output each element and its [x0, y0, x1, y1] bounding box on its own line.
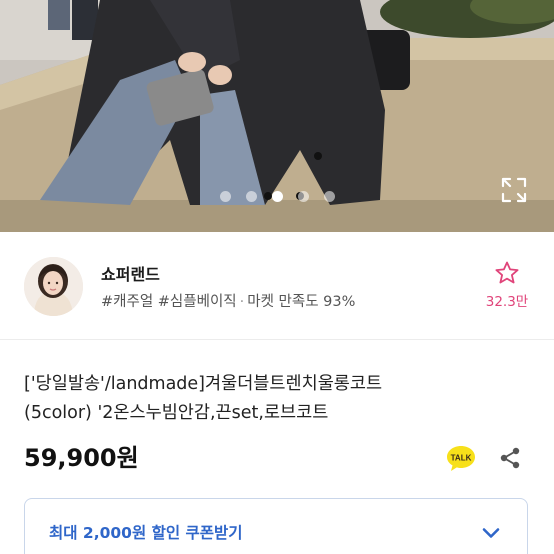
carousel-dot[interactable] — [323, 191, 335, 202]
tag-separator: · — [239, 294, 245, 310]
share-icon[interactable] — [498, 446, 522, 470]
favorite-button[interactable]: 32.3만 — [484, 260, 530, 310]
coupon-button[interactable]: 최대 2,000원 할인 쿠폰받기 — [24, 498, 528, 554]
shop-tags: #캐주얼 #심플베이직 · 마켓 만족도 93% — [101, 290, 355, 311]
favorite-count: 32.3만 — [485, 294, 529, 310]
expand-icon[interactable] — [499, 175, 529, 205]
product-title: ['당일발송'/landmade]겨울더블트렌치울롱코트 (5color) '2… — [24, 370, 524, 428]
carousel-dot[interactable] — [297, 191, 309, 202]
carousel-dot[interactable] — [245, 191, 257, 202]
carousel-dot[interactable] — [219, 191, 231, 202]
shop-tag[interactable]: #캐주얼 — [101, 294, 153, 310]
talk-label: TALK — [451, 454, 472, 463]
shop-tag[interactable]: #심플베이직 — [158, 294, 237, 310]
shop-info[interactable]: 쇼퍼랜드 #캐주얼 #심플베이직 · 마켓 만족도 93% 32.3만 — [0, 232, 554, 340]
shop-avatar[interactable] — [24, 257, 83, 316]
coupon-label: 최대 2,000원 할인 쿠폰받기 — [49, 524, 243, 542]
carousel-dot-active[interactable] — [271, 191, 283, 202]
talk-chat-button[interactable]: TALK — [446, 444, 476, 472]
product-image-carousel[interactable] — [0, 0, 554, 232]
product-title-line: (5color) '2온스누빔안감,끈set,로브코트 — [24, 403, 329, 423]
star-outline-icon — [495, 261, 519, 284]
carousel-indicator — [0, 191, 554, 203]
shop-name[interactable]: 쇼퍼랜드 — [101, 261, 160, 285]
market-satisfaction: 마켓 만족도 93% — [247, 294, 356, 310]
chevron-down-icon — [479, 521, 503, 545]
product-title-line: ['당일발송'/landmade]겨울더블트렌치울롱코트 — [24, 374, 383, 394]
price-row: 59,900원 TALK — [24, 440, 530, 476]
